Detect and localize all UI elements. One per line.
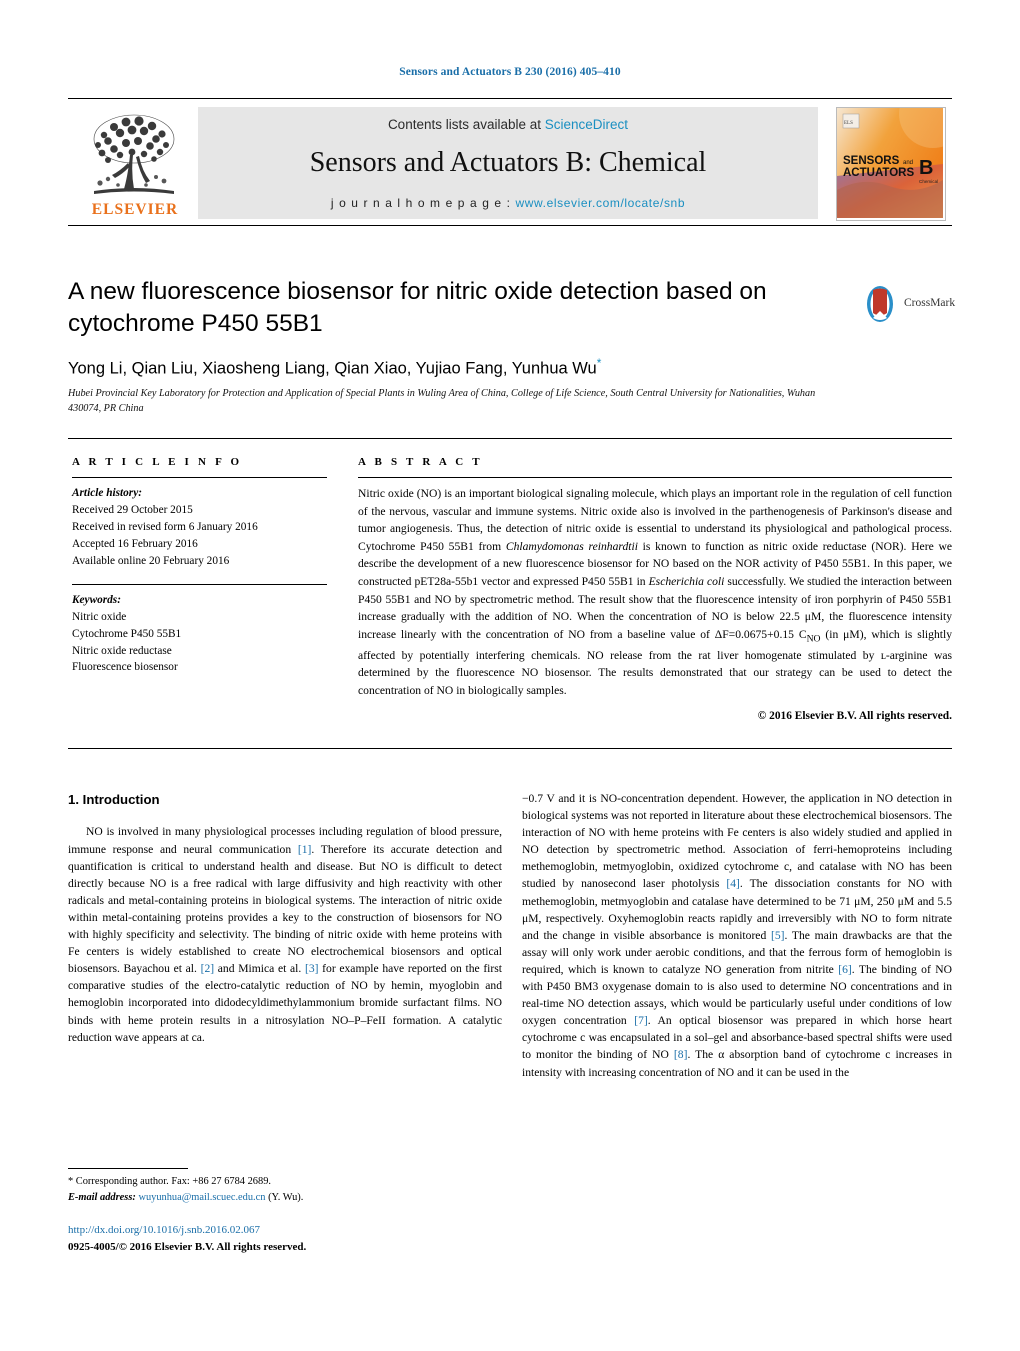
contents-available-line: Contents lists available at ScienceDirec… [198,117,818,132]
affiliation: Hubei Provincial Key Laboratory for Prot… [68,388,816,414]
history-item-accepted: Accepted 16 February 2016 [72,537,198,550]
abstract-text: Nitric oxide (NO) is an important biolog… [358,485,952,700]
article-history-group: Article history: Received 29 October 201… [72,485,327,570]
sciencedirect-link[interactable]: ScienceDirect [545,117,628,132]
citation-ref-8[interactable]: [8] [674,1048,688,1061]
journal-title: Sensors and Actuators B: Chemical [309,147,707,178]
section-heading-introduction: 1. Introduction [68,792,160,807]
abstract-rule [358,477,952,478]
citation-ref-1[interactable]: [1] [298,843,312,856]
author-list: Yong Li, Qian Liu, Xiaosheng Liang, Qian… [68,356,952,379]
intro-left-text-2: . Therefore its accurate detection and q… [68,842,502,976]
keyword-item-1: Cytochrome P450 55B1 [72,627,182,640]
svg-text:ELS: ELS [844,121,853,126]
journal-cover-thumbnail: ELS SENSORS and ACTUATORS B Chemical [836,107,946,221]
intro-paragraph-left: NO is involved in many physiological pro… [68,823,502,1045]
footnote-corresponding-line: * Corresponding author. Fax: +86 27 6784… [68,1176,271,1187]
keywords-group: Keywords: Nitric oxide Cytochrome P450 5… [72,592,327,677]
svg-text:ACTUATORS: ACTUATORS [843,167,914,179]
journal-masthead: ELSEVIER Contents lists available at Sci… [68,98,952,226]
citation-ref-6[interactable]: [6] [838,963,852,976]
page-title: A new fluorescence biosensor for nitric … [68,278,767,337]
abstract-italic-species-2: Escherichia coli [648,575,725,589]
body-right-column: −0.7 V and it is NO-concentration depend… [522,790,952,1081]
title-block: A new fluorescence biosensor for nitric … [68,276,956,417]
homepage-url-link[interactable]: www.elsevier.com/locate/snb [516,196,686,210]
elsevier-tree-logo: ELSEVIER [74,105,194,218]
citation-ref-3[interactable]: [3] [305,962,319,975]
svg-text:and: and [903,160,913,166]
citation-ref-5[interactable]: [5] [771,929,785,942]
homepage-label: j o u r n a l h o m e p a g e : [330,196,516,210]
email-address-link[interactable]: wuyunhua@mail.scuec.edu.cn [138,1192,265,1203]
article-info-heading: A R T I C L E I N F O [72,456,243,468]
authors-names: Yong Li, Qian Liu, Xiaosheng Liang, Qian… [68,359,597,378]
article-page: Sensors and Actuators B 230 (2016) 405–4… [0,0,1020,1351]
abstract-subscript-no: NO [806,633,821,645]
abstract-column: A B S T R A C T Nitric oxide (NO) is an … [358,456,952,722]
issn-copyright-line: 0925-4005/© 2016 Elsevier B.V. All right… [68,1240,307,1253]
article-history-label: Article history: [72,487,142,499]
article-info-column: A R T I C L E I N F O Article history: R… [72,456,327,676]
keyword-item-2: Nitric oxide reductase [72,644,172,657]
masthead-center-panel: Contents lists available at ScienceDirec… [198,107,818,219]
citation-ref-2[interactable]: [2] [201,962,215,975]
abstract-italic-species-1: Chlamydomonas reinhardtii [505,539,638,553]
abstract-heading: A B S T R A C T [358,456,483,468]
article-info-rule [72,477,327,478]
svg-text:Chemical: Chemical [919,179,938,184]
citation-ref-4[interactable]: [4] [726,877,740,890]
info-top-rule [68,438,952,439]
abstract-copyright: © 2016 Elsevier B.V. All rights reserved… [757,709,952,722]
keywords-rule [72,583,327,585]
corresponding-author-marker: * [596,355,602,370]
elsevier-wordmark: ELSEVIER [91,201,179,218]
keywords-label: Keywords: [72,593,121,606]
email-address-label: E-mail address: [68,1191,136,1203]
svg-text:B: B [919,157,933,179]
doi-link[interactable]: http://dx.doi.org/10.1016/j.snb.2016.02.… [68,1222,502,1239]
crossmark-label: CrossMark [904,297,956,309]
crossmark-badge[interactable]: CrossMark [860,284,956,328]
keyword-item-3: Fluorescence biosensor [72,661,178,674]
intro-right-text-1: −0.7 V and it is NO-concentration depend… [522,792,952,891]
intro-paragraph-right: −0.7 V and it is NO-concentration depend… [522,790,952,1081]
intro-left-text-3: and Mimica et al. [214,962,305,976]
citation-ref-7[interactable]: [7] [634,1014,648,1027]
email-attribution: (Y. Wu). [265,1191,304,1203]
svg-text:SENSORS: SENSORS [843,155,900,167]
footer-identifiers: http://dx.doi.org/10.1016/j.snb.2016.02.… [68,1222,502,1255]
journal-homepage-line: j o u r n a l h o m e p a g e : www.else… [198,196,818,210]
footnote-email-line: E-mail address: wuyunhua@mail.scuec.edu.… [68,1190,502,1206]
running-head: Sensors and Actuators B 230 (2016) 405–4… [399,66,621,78]
body-left-column: 1. Introduction NO is involved in many p… [68,790,502,1046]
keyword-item-0: Nitric oxide [72,610,127,623]
footnote-rule [68,1168,188,1169]
history-item-online: Available online 20 February 2016 [72,554,230,567]
history-item-revised: Received in revised form 6 January 2016 [72,520,258,533]
history-item-received: Received 29 October 2015 [72,503,193,516]
corresponding-author-footnote: * Corresponding author. Fax: +86 27 6784… [68,1168,502,1205]
contents-prefix: Contents lists available at [387,117,545,132]
abstract-bottom-rule [68,748,952,749]
